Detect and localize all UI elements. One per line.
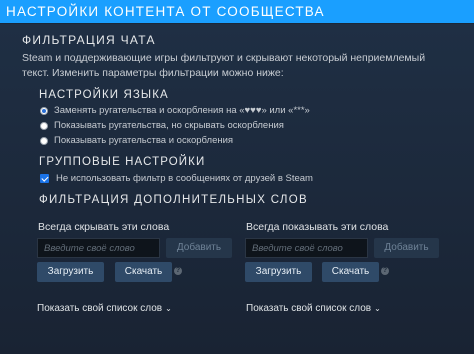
language-option-label: Показывать ругательства, но скрывать оск… — [54, 120, 284, 131]
language-option-show-all[interactable]: Показывать ругательства и оскорбления — [40, 135, 233, 146]
language-option-label: Заменять ругательства и оскорбления на «… — [54, 105, 310, 116]
always-hide-label: Всегда скрывать эти слова — [38, 221, 170, 233]
show-list-label: Показать свой список слов — [246, 303, 372, 314]
hide-words-download-button[interactable]: Скачать — [115, 262, 172, 282]
hide-word-input[interactable] — [37, 238, 160, 258]
language-option-replace[interactable]: Заменять ругательства и оскорбления на «… — [40, 105, 310, 116]
hide-words-show-list-link[interactable]: Показать свой список слов ⌄ — [37, 303, 172, 314]
chevron-double-down-icon: ⌄ — [374, 304, 381, 313]
hide-words-upload-button[interactable]: Загрузить — [37, 262, 104, 282]
radio-button-selected[interactable] — [40, 106, 48, 115]
help-icon[interactable]: ? — [381, 267, 389, 275]
show-word-input[interactable] — [245, 238, 368, 258]
always-show-label: Всегда показывать эти слова — [246, 221, 389, 233]
group-settings-title: ГРУППОВЫЕ НАСТРОЙКИ — [39, 156, 206, 168]
chevron-double-down-icon: ⌄ — [165, 304, 172, 313]
language-option-label: Показывать ругательства и оскорбления — [54, 135, 234, 146]
show-words-upload-button[interactable]: Загрузить — [245, 262, 312, 282]
language-settings-title: НАСТРОЙКИ ЯЗЫКА — [39, 89, 169, 101]
hide-word-add-button[interactable]: Добавить — [166, 238, 232, 258]
help-icon[interactable]: ? — [174, 267, 182, 275]
friends-filter-label: Не использовать фильтр в сообщениях от д… — [56, 173, 313, 184]
show-words-show-list-link[interactable]: Показать свой список слов ⌄ — [246, 303, 381, 314]
radio-button[interactable] — [40, 121, 48, 130]
show-list-label: Показать свой список слов — [37, 303, 163, 314]
chat-filter-description: Steam и поддерживающие игры фильтруют и … — [22, 52, 426, 79]
friends-filter-checkbox[interactable] — [40, 174, 49, 183]
radio-button[interactable] — [40, 136, 48, 145]
page-header: НАСТРОЙКИ КОНТЕНТА ОТ СООБЩЕСТВА — [0, 0, 474, 24]
friends-filter-option[interactable]: Не использовать фильтр в сообщениях от д… — [40, 173, 313, 184]
show-word-add-button[interactable]: Добавить — [374, 238, 439, 258]
show-words-download-button[interactable]: Скачать — [322, 262, 379, 282]
chat-filter-title: ФИЛЬТРАЦИЯ ЧАТА — [22, 33, 156, 47]
extra-words-title: ФИЛЬТРАЦИЯ ДОПОЛНИТЕЛЬНЫХ СЛОВ — [39, 194, 308, 206]
language-option-show-profanity[interactable]: Показывать ругательства, но скрывать оск… — [40, 120, 284, 131]
page-title: НАСТРОЙКИ КОНТЕНТА ОТ СООБЩЕСТВА — [6, 4, 325, 19]
